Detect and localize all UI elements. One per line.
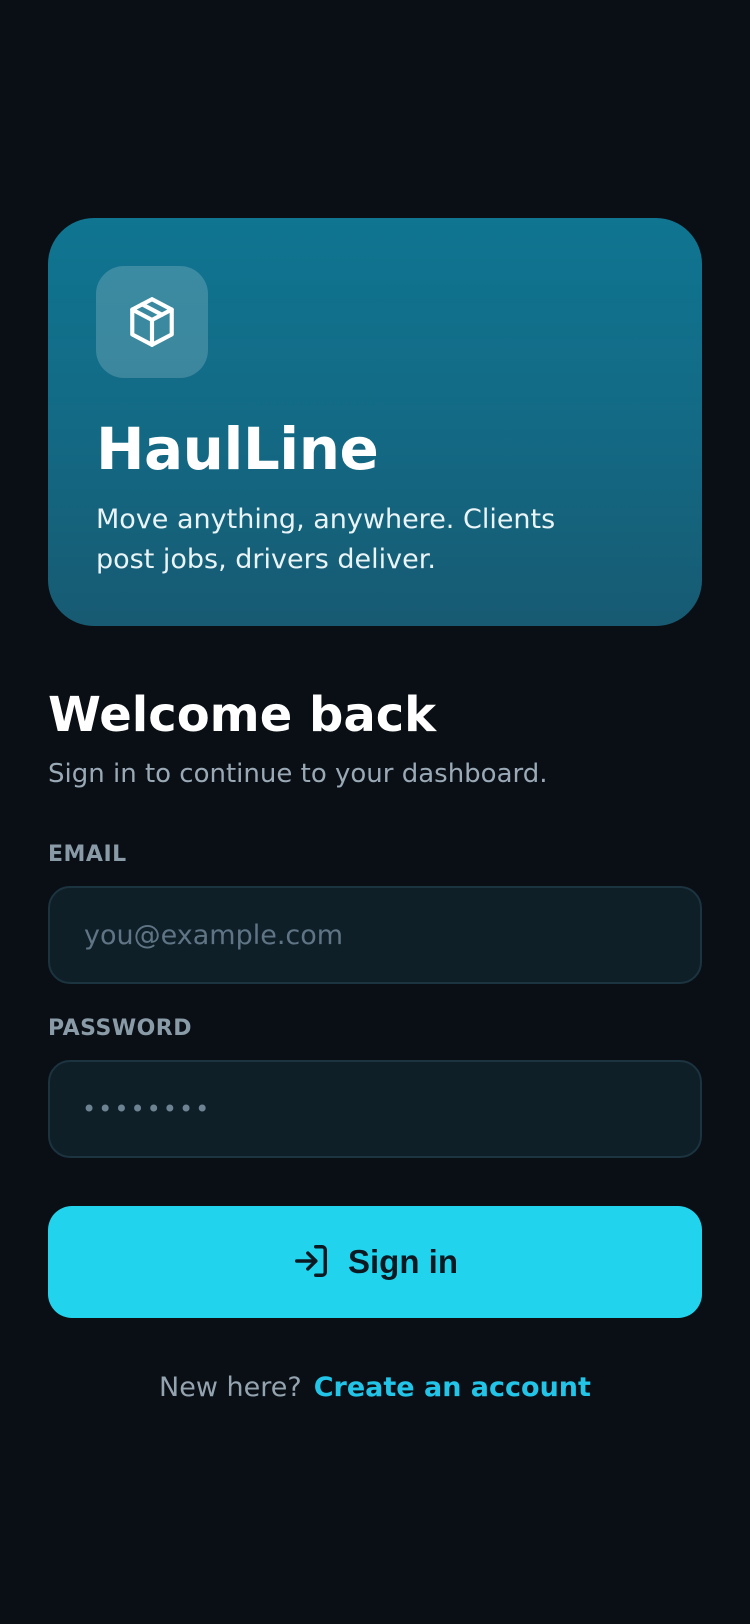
welcome-subtitle: Sign in to continue to your dashboard. [48,759,548,789]
email-field-box[interactable] [48,886,702,984]
sign-in-button[interactable]: Sign in [48,1206,702,1318]
password-field[interactable]: •••••••• [82,1095,211,1123]
password-field-box[interactable]: •••••••• [48,1060,702,1158]
create-account-link[interactable]: Create an account [314,1372,591,1403]
brand-name: HaulLine [96,415,379,483]
signup-prompt: New here? Create an account [0,1364,750,1412]
welcome-title: Welcome back [48,687,437,743]
login-arrow-icon [292,1242,330,1283]
email-label: EMAIL [48,842,127,867]
email-field[interactable] [82,918,668,952]
package-icon [127,295,177,349]
hero-card: HaulLine Move anything, anywhere. Client… [48,218,702,626]
login-screen: HaulLine Move anything, anywhere. Client… [0,0,750,1624]
sign-in-label: Sign in [348,1243,458,1280]
logo-tile [96,266,208,378]
signup-prompt-text: New here? [159,1372,302,1403]
password-label: PASSWORD [48,1016,193,1041]
brand-tagline: Move anything, anywhere. Clients post jo… [96,504,556,575]
